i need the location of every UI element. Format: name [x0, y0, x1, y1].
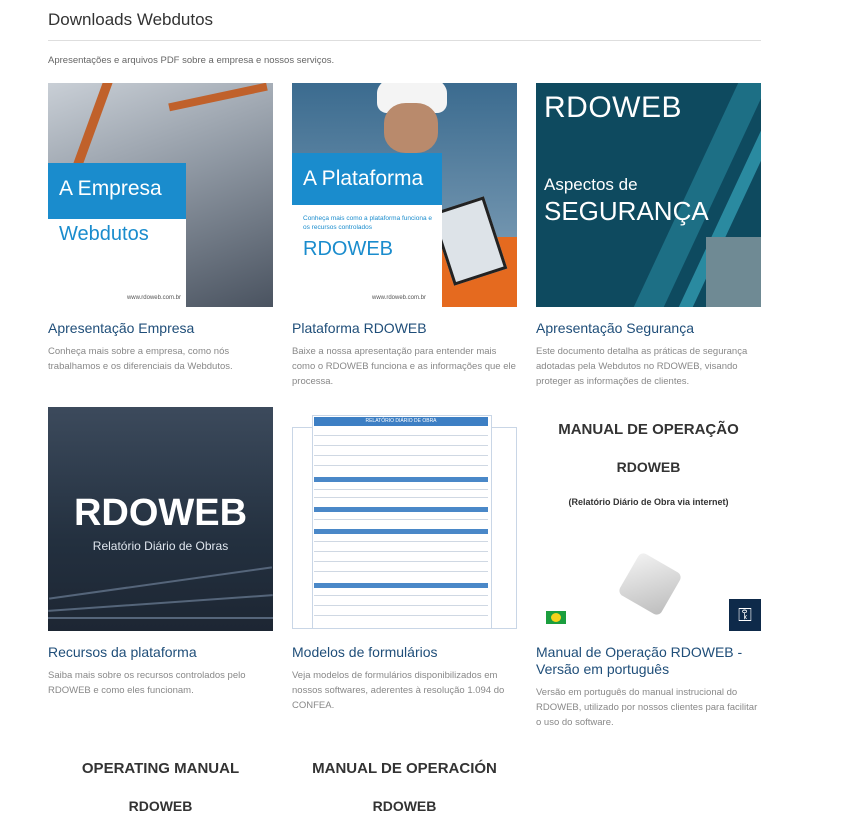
thumb-line2: SEGURANÇA — [544, 196, 709, 226]
cube-icon — [617, 551, 683, 617]
thumb-heading: RELATÓRIO DIÁRIO DE OBRA — [365, 418, 437, 424]
decor-line — [314, 489, 488, 490]
thumb-url: www.rdoweb.com.br — [126, 295, 181, 301]
decor-line — [314, 541, 488, 542]
decor-row — [314, 529, 488, 534]
card-modelos-formularios: RELATÓRIO DIÁRIO DE OBRA Modelos de form… — [292, 407, 517, 713]
thumb-heading: A Empresa — [59, 177, 162, 200]
decor-line — [314, 605, 488, 606]
thumb-sub: Relatório Diário de Obras — [92, 539, 229, 553]
thumb-line3: (Relatório Diário de Obra via internet) — [568, 497, 729, 507]
thumb-line2: RDOWEB — [372, 798, 437, 814]
decor-rail — [48, 594, 273, 612]
thumbnail-apresentacao-seguranca[interactable]: RDOWEB Aspectos de SEGURANÇA — [536, 83, 761, 307]
decor-line — [314, 455, 488, 456]
thumbnail-manual-operacion-es[interactable]: MANUAL DE OPERACIÓN RDOWEB — [292, 750, 517, 820]
thumb-small-text: Conheça mais como a plataforma funciona … — [303, 215, 432, 231]
decor-beam — [168, 83, 268, 112]
decor-hand — [706, 237, 761, 307]
thumbnail-operating-manual-en[interactable]: OPERATING MANUAL RDOWEB — [48, 750, 273, 820]
thumb-sub: Webdutos — [59, 223, 149, 245]
decor-rail — [48, 617, 273, 619]
thumb-line2: RDOWEB — [128, 798, 193, 814]
thumbnail-manual-operacao-pt[interactable]: MANUAL DE OPERAÇÃO RDOWEB (Relatório Diá… — [536, 407, 761, 631]
card-title-link[interactable]: Recursos da plataforma — [48, 644, 273, 661]
card-plataforma-rdoweb: A Plataforma Conheça mais como a platafo… — [292, 83, 517, 389]
decor-line — [314, 497, 488, 498]
card-apresentacao-empresa: A Empresa Webdutos www.rdoweb.com.br Apr… — [48, 83, 273, 374]
decor-line — [314, 551, 488, 552]
brazil-flag-icon — [546, 611, 566, 624]
decor-row — [314, 583, 488, 588]
thumbnail-recursos-plataforma[interactable]: RDOWEB Relatório Diário de Obras — [48, 407, 273, 631]
decor-face — [384, 103, 438, 153]
decor-rail — [48, 566, 273, 600]
decor-sheet — [312, 415, 492, 629]
card-description: Este documento detalha as práticas de se… — [536, 346, 748, 387]
card-title-link[interactable]: Apresentação Segurança — [536, 320, 761, 337]
thumb-url: www.rdoweb.com.br — [372, 295, 427, 301]
thumb-heading: RDOWEB — [73, 492, 248, 534]
card-recursos-plataforma: RDOWEB Relatório Diário de Obras Recurso… — [48, 407, 273, 698]
thumb-big-text: RDOWEB — [303, 238, 393, 260]
thumb-line1: Aspectos de — [544, 175, 638, 194]
card-title-link[interactable]: Modelos de formulários — [292, 644, 517, 661]
card-title-link[interactable]: Plataforma RDOWEB — [292, 320, 517, 337]
thumb-heading: A Plataforma — [303, 167, 424, 190]
decor-line — [314, 615, 488, 616]
decor-line — [314, 435, 488, 436]
card-description: Saiba mais sobre os recursos controlados… — [48, 670, 246, 696]
card-description: Conheça mais sobre a empresa, como nós t… — [48, 346, 233, 372]
thumb-line2: RDOWEB — [616, 459, 681, 475]
decor-line — [314, 595, 488, 596]
decor-sheet — [292, 427, 314, 629]
card-apresentacao-seguranca: RDOWEB Aspectos de SEGURANÇA Apresentaçã… — [536, 83, 761, 389]
card-title-link[interactable]: Apresentação Empresa — [48, 320, 273, 337]
page-title: Downloads Webdutos — [48, 10, 214, 29]
card-description: Veja modelos de formulários disponibiliz… — [292, 670, 505, 711]
card-description: Baixe a nossa apresentação para entender… — [292, 346, 516, 387]
thumbnail-modelos-formularios[interactable]: RELATÓRIO DIÁRIO DE OBRA — [292, 407, 517, 631]
page-subtitle: Apresentações e arquivos PDF sobre a emp… — [48, 55, 335, 66]
thumbnail-plataforma-rdoweb[interactable]: A Plataforma Conheça mais como a platafo… — [292, 83, 517, 307]
decor-row — [314, 507, 488, 512]
thumb-line1: MANUAL DE OPERACIÓN — [312, 760, 497, 777]
card-title-link[interactable]: Manual de Operação RDOWEB - Versão em po… — [536, 644, 761, 678]
card-manual-operacao-pt: MANUAL DE OPERAÇÃO RDOWEB (Relatório Diá… — [536, 407, 761, 730]
card-description: Versão em português do manual instrucion… — [536, 687, 758, 728]
decor-beam — [73, 83, 113, 163]
thumb-line1: MANUAL DE OPERAÇÃO — [558, 421, 739, 438]
thumb-line1: OPERATING MANUAL — [81, 760, 240, 777]
thumb-heading: RDOWEB — [544, 91, 682, 124]
title-divider — [48, 40, 761, 41]
decor-row — [314, 477, 488, 482]
decor-line — [314, 571, 488, 572]
decor-line — [314, 561, 488, 562]
key-icon: ⚿ — [729, 599, 761, 631]
decor-line — [314, 445, 488, 446]
decor-line — [314, 519, 488, 520]
thumbnail-apresentacao-empresa[interactable]: A Empresa Webdutos www.rdoweb.com.br — [48, 83, 273, 307]
decor-line — [314, 465, 488, 466]
